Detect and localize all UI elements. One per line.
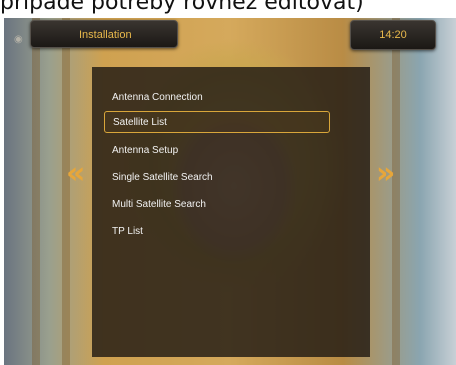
page-caption: případě potřeby rovněž editovat) [0, 0, 456, 18]
header-clock: 14:20 [350, 20, 436, 50]
menu-item-satellite-list[interactable]: Satellite List [104, 111, 330, 133]
menu-item-multi-satellite-search[interactable]: Multi Satellite Search [104, 194, 330, 216]
nav-left-arrow-icon[interactable]: « [66, 156, 85, 191]
menu-item-antenna-connection[interactable]: Antenna Connection [104, 87, 330, 109]
header-title: Installation [30, 20, 178, 48]
channel-logo-icon: ◉ [14, 34, 23, 45]
installation-menu: Antenna Connection Satellite List Antenn… [92, 67, 370, 357]
menu-item-antenna-setup[interactable]: Antenna Setup [104, 140, 330, 162]
tv-screen: ◉ Installation 14:20 « » Antenna Connect… [4, 16, 456, 365]
background-stripe [32, 16, 40, 365]
menu-item-tp-list[interactable]: TP List [104, 221, 330, 243]
nav-right-arrow-icon[interactable]: » [376, 156, 395, 191]
menu-item-single-satellite-search[interactable]: Single Satellite Search [104, 167, 330, 189]
